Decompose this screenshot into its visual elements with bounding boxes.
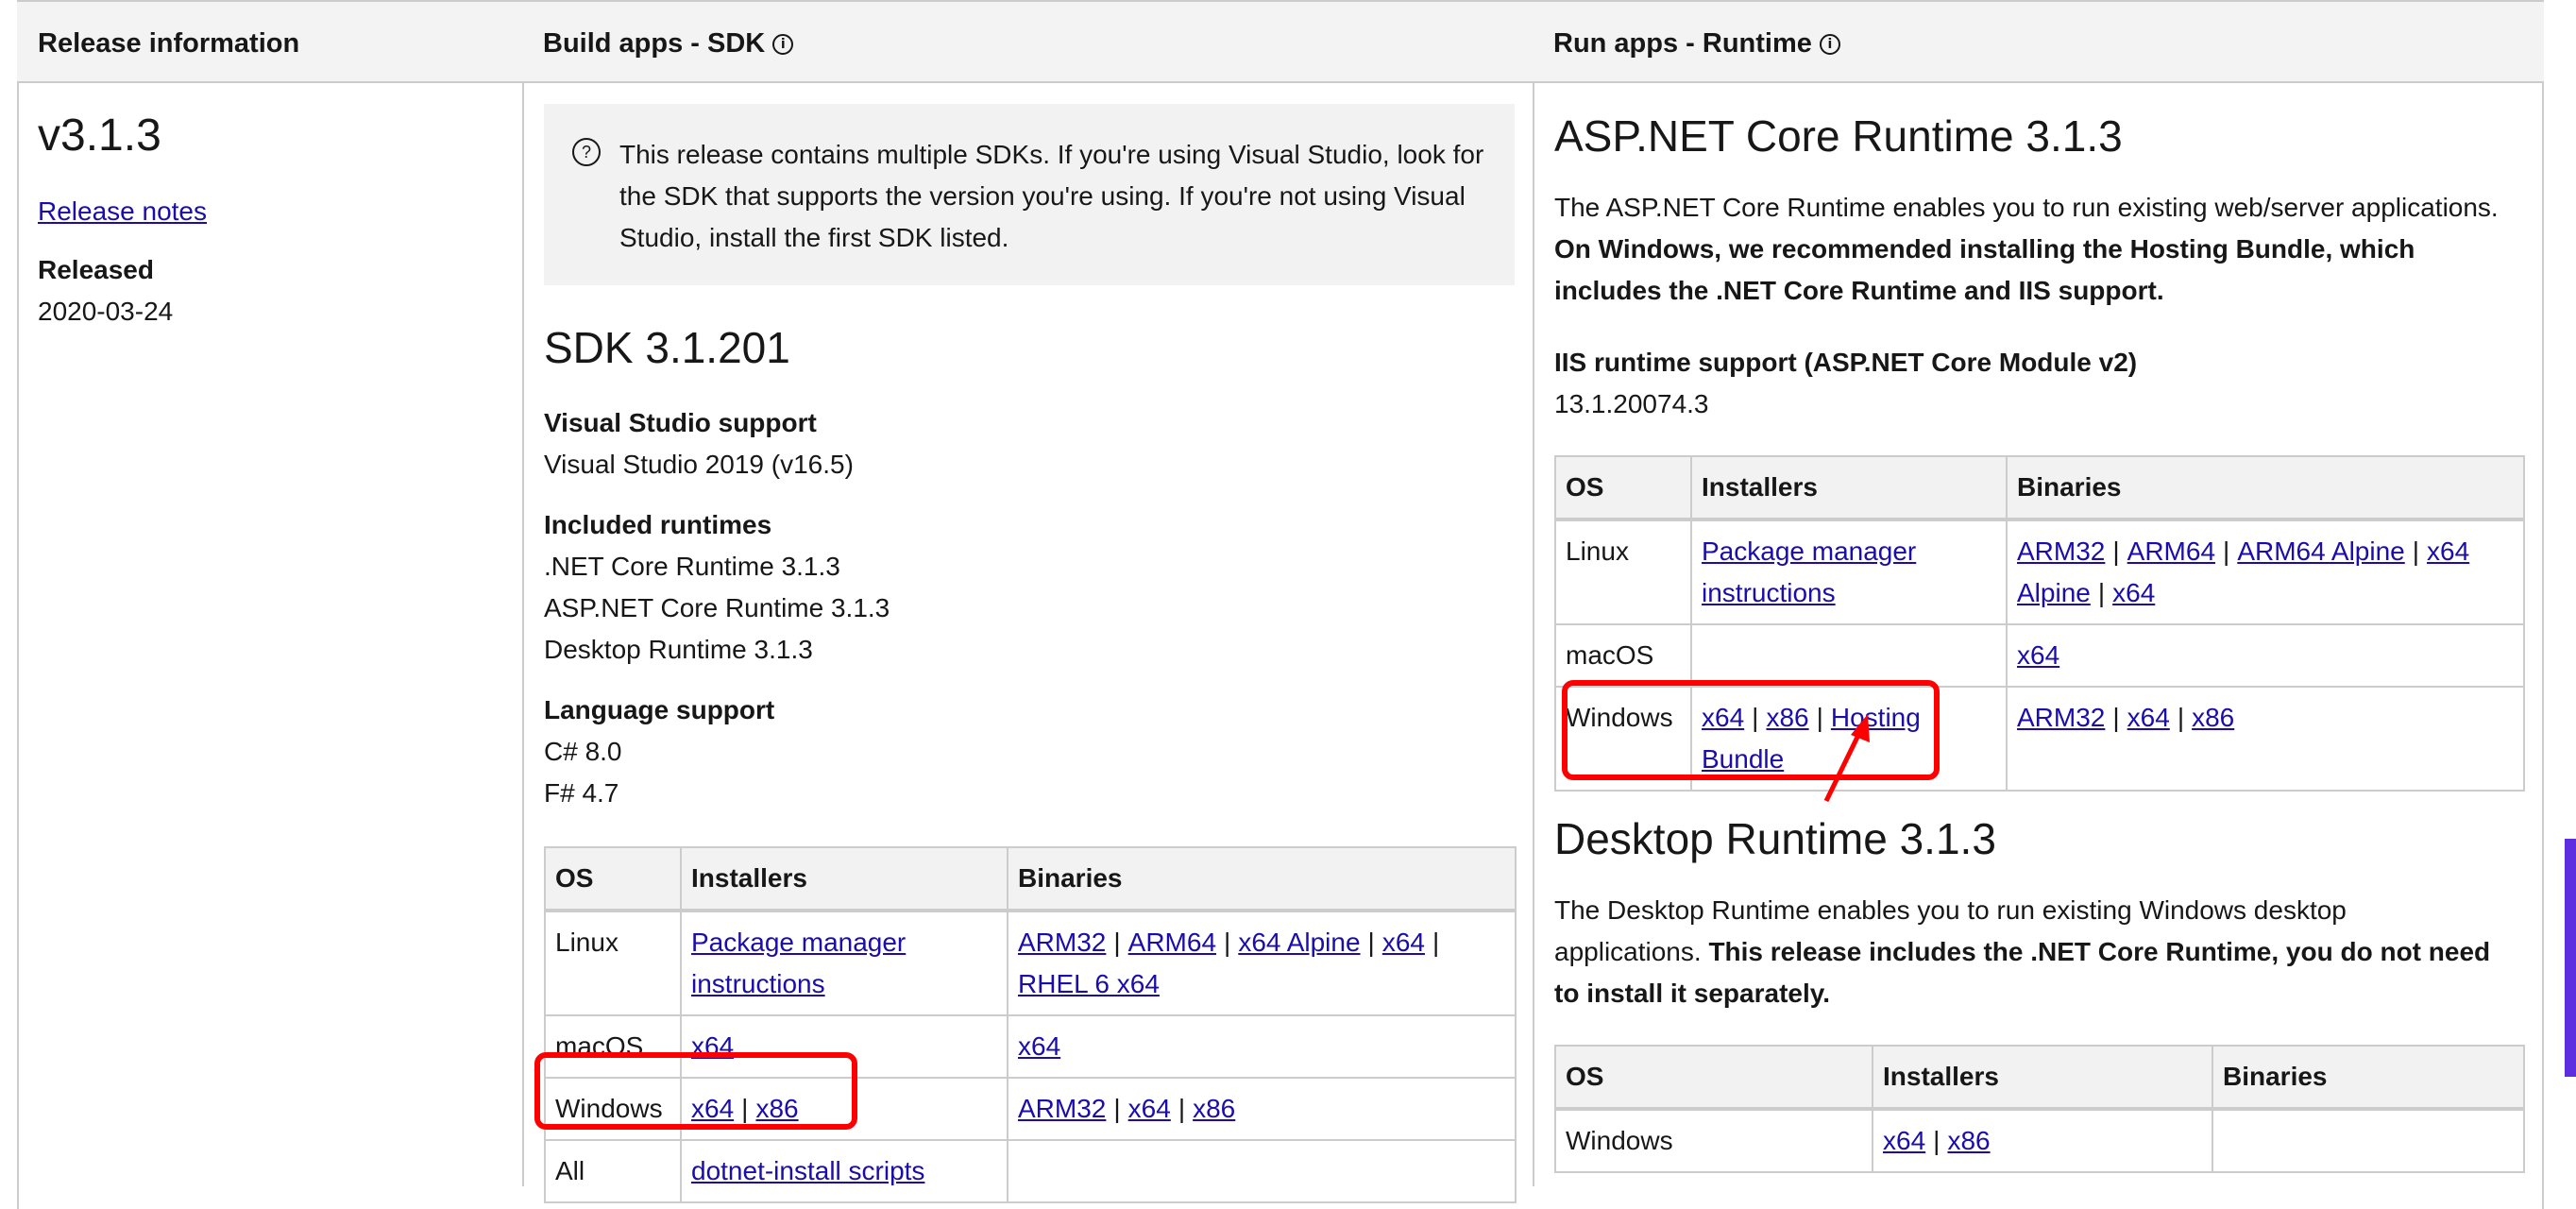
col-header-os: OS (1554, 1045, 1873, 1110)
desktop-runtime-title: Desktop Runtime 3.1.3 (1554, 814, 1996, 863)
col-header-binaries: Binaries (2212, 1045, 2525, 1110)
os-cell: Windows (1554, 1108, 1873, 1173)
installer-link[interactable]: x64 (1883, 1126, 1925, 1155)
desktop-downloads-table: OS Installers Binaries Windows x64 | x86 (1554, 1045, 2525, 1173)
empty-cell (2212, 1108, 2525, 1173)
desktop-description: The Desktop Runtime enables you to run e… (1554, 890, 2499, 1014)
installer-link[interactable]: x86 (1947, 1126, 1990, 1155)
table-row: Windows x64 | x86 (1554, 1108, 2525, 1173)
col-header-installers: Installers (1872, 1045, 2213, 1110)
scrollbar-thumb[interactable] (2565, 839, 2576, 1077)
